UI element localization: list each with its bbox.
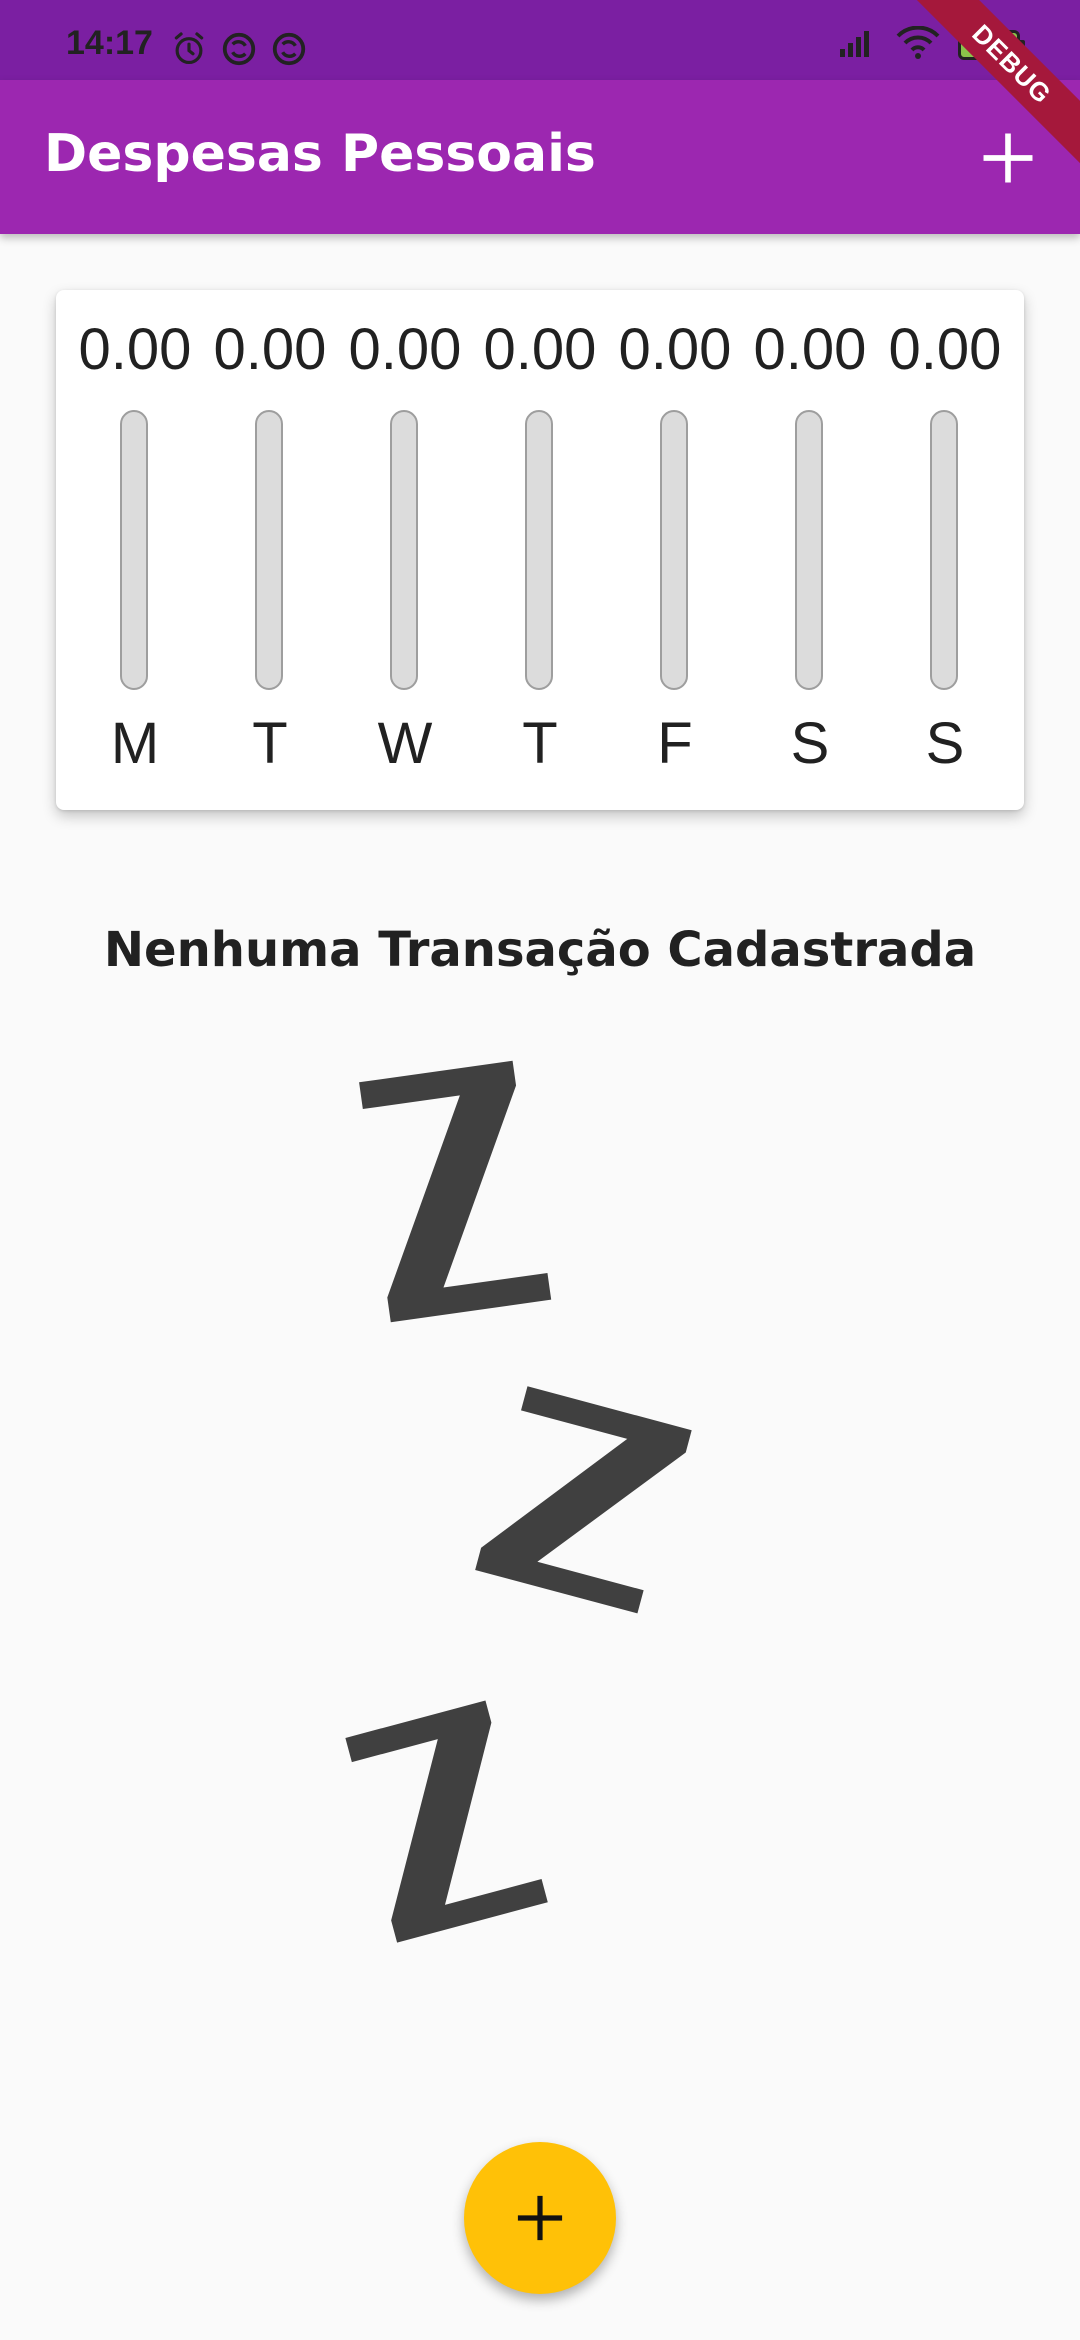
status-icons-right: 99 (838, 25, 1025, 64)
chart-bar-column: 0.00 T (475, 290, 605, 810)
chart-bar-column: 0.00 S (880, 290, 1010, 810)
chart-bar-day-label: S (790, 711, 830, 776)
sleeping-zzz-icon (345, 1060, 692, 1943)
chart-bar-value: 0.00 (213, 317, 327, 382)
add-transaction-button[interactable] (966, 116, 1050, 200)
sync-icon (220, 30, 258, 72)
chart-bar-value: 0.00 (753, 317, 867, 382)
chart-bar-value: 0.00 (78, 317, 192, 382)
chart-bar-track (525, 410, 553, 690)
chart-bar-track (660, 410, 688, 690)
chart-bar-day-label: T (522, 711, 558, 776)
chart-bar-value: 0.00 (618, 317, 732, 382)
chart-bar-column: 0.00 W (340, 290, 470, 810)
app-title: Despesas Pessoais (44, 124, 596, 184)
weekly-chart: 0.00 M 0.00 T 0.00 W 0.00 T 0.00 F 0.00 … (70, 290, 1010, 810)
chart-bar-track (120, 410, 148, 690)
chart-bar-column: 0.00 F (610, 290, 740, 810)
status-time: 14:17 (66, 24, 153, 62)
empty-state-message: Nenhuma Transação Cadastrada (103, 922, 977, 978)
signal-icon (838, 27, 878, 63)
add-icon (517, 2195, 563, 2241)
chart-bar-track (930, 410, 958, 690)
chart-bar-day-label: M (110, 711, 160, 776)
wifi-icon (896, 25, 940, 64)
add-transaction-fab[interactable] (464, 2142, 616, 2294)
chart-bar-column: 0.00 M (70, 290, 200, 810)
chart-bar-column: 0.00 S (745, 290, 875, 810)
app-bar: Despesas Pessoais (0, 80, 1080, 234)
chart-bar-day-label: S (925, 711, 965, 776)
chart-bar-track (390, 410, 418, 690)
alarm-icon (170, 30, 208, 72)
battery-icon: 99 (958, 30, 1025, 60)
app-screen: 14:17 99 DEBUG Despesas Pessoais 0.00 M … (0, 0, 1080, 2340)
chart-bar-value: 0.00 (348, 317, 462, 382)
chart-bar-value: 0.00 (888, 317, 1002, 382)
add-icon (983, 133, 1033, 183)
chart-bar-day-label: W (377, 711, 433, 776)
chart-bar-value: 0.00 (483, 317, 597, 382)
status-bar: 14:17 99 (0, 0, 1080, 80)
chart-bar-column: 0.00 T (205, 290, 335, 810)
status-icons-left (170, 30, 308, 72)
weekly-chart-card: 0.00 M 0.00 T 0.00 W 0.00 T 0.00 F 0.00 … (56, 290, 1024, 810)
sync-icon (270, 30, 308, 72)
chart-bar-track (255, 410, 283, 690)
chart-bar-track (795, 410, 823, 690)
chart-bar-day-label: F (657, 711, 693, 776)
chart-bar-day-label: T (252, 711, 288, 776)
battery-level: 99 (978, 34, 1000, 55)
